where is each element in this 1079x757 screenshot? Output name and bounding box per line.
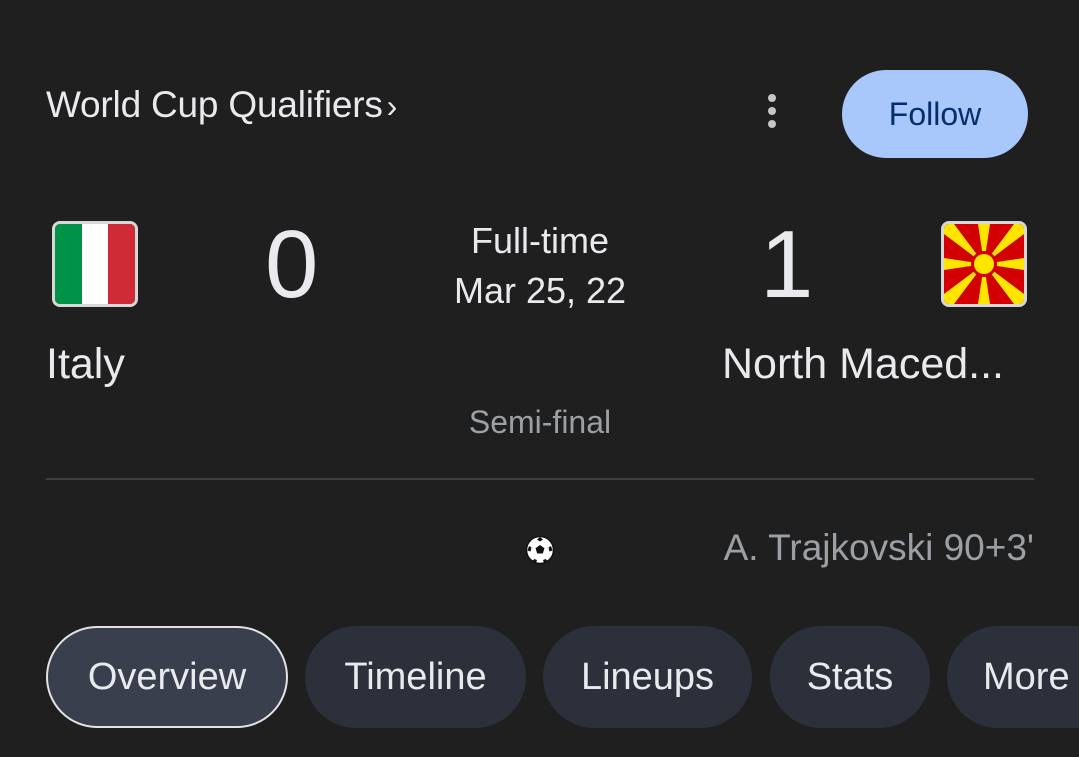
more-vert-icon-dot [768,120,776,128]
tab-lineups[interactable]: Lineups [543,626,752,728]
tab-stats[interactable]: Stats [770,626,930,728]
match-tabs: Overview Timeline Lineups Stats More [46,626,1079,728]
divider [46,478,1034,480]
more-options-button[interactable] [752,88,792,134]
chevron-right-icon: › [386,88,398,124]
match-stage: Semi-final [468,404,612,440]
away-team-name[interactable]: North Maced... [722,340,1022,389]
soccer-ball-icon [525,535,555,565]
tab-overview[interactable]: Overview [46,626,288,728]
match-card: World Cup Qualifiers › Follow 0 Full-time… [0,0,1079,743]
goal-scorer-event[interactable]: A. Trajkovski 90+3' [724,527,1034,569]
competition-title: World Cup Qualifiers [46,84,383,125]
competition-link[interactable]: World Cup Qualifiers › [46,84,397,126]
more-vert-icon [768,94,776,102]
home-team-name[interactable]: Italy [46,340,125,389]
home-score: 0 [265,211,319,318]
follow-button[interactable]: Follow [842,70,1028,158]
match-status: Full-time Mar 25, 22 [440,216,640,316]
tab-more[interactable]: More [947,626,1079,728]
italy-flag-icon [52,221,138,307]
more-vert-icon-dot [768,107,776,115]
north-macedonia-flag-icon [941,221,1027,307]
tab-timeline[interactable]: Timeline [305,626,526,728]
away-score: 1 [760,211,814,318]
match-date: Mar 25, 22 [453,270,627,311]
match-status-label: Full-time [470,220,609,261]
